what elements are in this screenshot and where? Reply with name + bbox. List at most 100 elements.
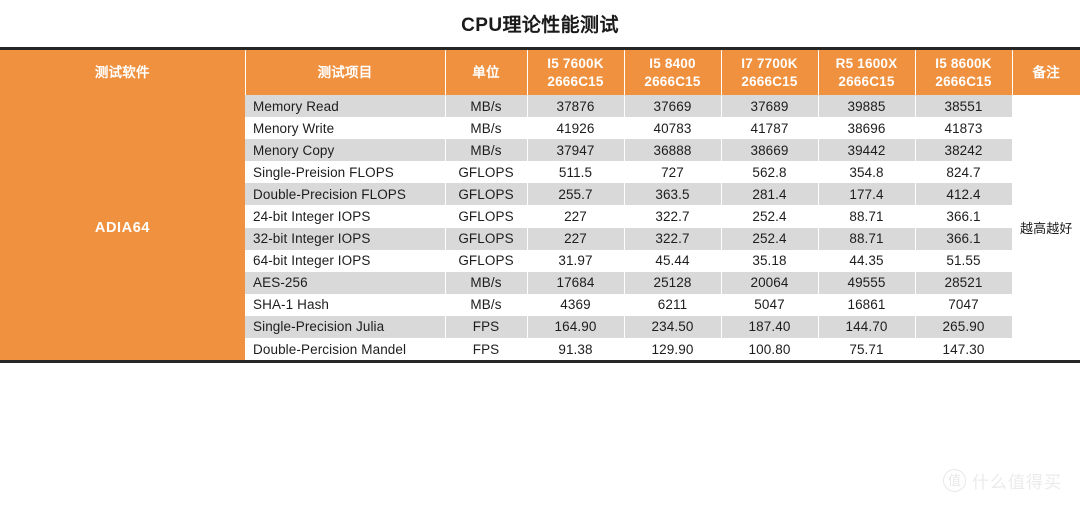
cpu-1-name: I5 8400 bbox=[649, 55, 696, 71]
score-cell-cpu-2: 20064 bbox=[721, 271, 819, 294]
header-item: 测试项目 bbox=[245, 50, 446, 95]
score-cell-cpu-0: 255.7 bbox=[527, 183, 625, 206]
score-cell-cpu-3: 177.4 bbox=[818, 183, 916, 206]
header-unit: 单位 bbox=[445, 50, 528, 95]
score-cell-cpu-2: 187.40 bbox=[721, 315, 819, 339]
score-cell-cpu-0: 164.90 bbox=[527, 315, 625, 339]
score-cell-cpu-3: 88.71 bbox=[818, 227, 916, 250]
test-unit: MB/s bbox=[445, 139, 528, 162]
header-row: 测试软件 测试项目 单位 I5 7600K 2666C15 I5 8400 26… bbox=[0, 50, 1080, 95]
score-cell-cpu-3: 44.35 bbox=[818, 249, 916, 272]
test-unit: GFLOPS bbox=[445, 205, 528, 228]
score-cell-cpu-1: 129.90 bbox=[624, 338, 722, 361]
cpu-2-name: I7 7700K bbox=[741, 55, 798, 71]
test-item-name: 24-bit Integer IOPS bbox=[245, 205, 446, 228]
score-cell-cpu-1: 727 bbox=[624, 161, 722, 184]
header-note: 备注 bbox=[1012, 50, 1080, 95]
score-cell-cpu-0: 227 bbox=[527, 205, 625, 228]
score-cell-cpu-1: 322.7 bbox=[624, 227, 722, 250]
score-cell-cpu-0: 17684 bbox=[527, 271, 625, 294]
test-unit: GFLOPS bbox=[445, 227, 528, 250]
score-cell-cpu-0: 31.97 bbox=[527, 249, 625, 272]
site-watermark: 值 什么值得买 bbox=[943, 468, 1062, 493]
test-item-name: AES-256 bbox=[245, 271, 446, 294]
table-body: ADIA64 Memory Read MB/s 37876 37669 37689 3988… bbox=[0, 95, 1080, 361]
software-name-cell: ADIA64 bbox=[0, 95, 245, 361]
performance-table-container: 测试软件 测试项目 单位 I5 7600K 2666C15 I5 8400 26… bbox=[0, 47, 1080, 364]
score-cell-cpu-1: 40783 bbox=[624, 117, 722, 140]
cpu-0-memory: 2666C15 bbox=[547, 73, 604, 89]
header-cpu-4: I5 8600K 2666C15 bbox=[915, 50, 1013, 95]
score-cell-cpu-3: 16861 bbox=[818, 293, 916, 316]
cpu-3-memory: 2666C15 bbox=[838, 73, 895, 89]
table-row: ADIA64 Memory Read MB/s 37876 37669 37689 3988… bbox=[0, 95, 1080, 361]
test-item-name: Menory Write bbox=[245, 117, 446, 140]
score-cell-cpu-2: 100.80 bbox=[721, 338, 819, 361]
score-cell-cpu-2: 252.4 bbox=[721, 205, 819, 228]
score-cell-cpu-1: 36888 bbox=[624, 139, 722, 162]
score-cell-cpu-0: 41926 bbox=[527, 117, 625, 140]
table-header: 测试软件 测试项目 单位 I5 7600K 2666C15 I5 8400 26… bbox=[0, 50, 1080, 95]
cpu-4-memory: 2666C15 bbox=[935, 73, 992, 89]
cpu-1-memory: 2666C15 bbox=[644, 73, 701, 89]
score-cell-cpu-4: 366.1 bbox=[915, 205, 1013, 228]
page-title: CPU理论性能测试 bbox=[461, 15, 619, 36]
score-cell-cpu-0: 37876 bbox=[527, 95, 625, 118]
score-cell-cpu-3: 38696 bbox=[818, 117, 916, 140]
score-cell-cpu-4: 41873 bbox=[915, 117, 1013, 140]
test-unit: GFLOPS bbox=[445, 183, 528, 206]
score-cell-cpu-2: 562.8 bbox=[721, 161, 819, 184]
test-item-name: SHA-1 Hash bbox=[245, 293, 446, 316]
score-cell-cpu-4: 265.90 bbox=[915, 315, 1013, 339]
test-item-name: 32-bit Integer IOPS bbox=[245, 227, 446, 250]
test-item-name: Single-Precision Julia bbox=[245, 315, 446, 339]
test-unit: GFLOPS bbox=[445, 249, 528, 272]
test-unit: MB/s bbox=[445, 95, 528, 118]
score-cell-cpu-2: 37689 bbox=[721, 95, 819, 118]
header-cpu-3: R5 1600X 2666C15 bbox=[818, 50, 916, 95]
score-cell-cpu-2: 41787 bbox=[721, 117, 819, 140]
header-cpu-0: I5 7600K 2666C15 bbox=[527, 50, 625, 95]
cpu-3-name: R5 1600X bbox=[835, 55, 898, 71]
score-cell-cpu-1: 25128 bbox=[624, 271, 722, 294]
score-cell-cpu-1: 37669 bbox=[624, 95, 722, 118]
score-cell-cpu-4: 7047 bbox=[915, 293, 1013, 316]
score-cell-cpu-3: 144.70 bbox=[818, 315, 916, 339]
test-item-name: Single-Preision FLOPS bbox=[245, 161, 446, 184]
header-cpu-2: I7 7700K 2666C15 bbox=[721, 50, 819, 95]
score-cell-cpu-3: 49555 bbox=[818, 271, 916, 294]
score-cell-cpu-1: 6211 bbox=[624, 293, 722, 316]
test-item-name: Double-Percision Mandel bbox=[245, 338, 446, 361]
score-cell-cpu-0: 511.5 bbox=[527, 161, 625, 184]
cpu-2-memory: 2666C15 bbox=[741, 73, 798, 89]
score-cell-cpu-2: 252.4 bbox=[721, 227, 819, 250]
score-cell-cpu-4: 28521 bbox=[915, 271, 1013, 294]
score-cell-cpu-0: 91.38 bbox=[527, 338, 625, 361]
cpu-0-name: I5 7600K bbox=[547, 55, 604, 71]
test-unit: MB/s bbox=[445, 271, 528, 294]
test-unit: FPS bbox=[445, 315, 528, 339]
score-cell-cpu-1: 45.44 bbox=[624, 249, 722, 272]
score-cell-cpu-1: 322.7 bbox=[624, 205, 722, 228]
score-cell-cpu-4: 38551 bbox=[915, 95, 1013, 118]
cpu-4-name: I5 8600K bbox=[935, 55, 992, 71]
score-cell-cpu-3: 39885 bbox=[818, 95, 916, 118]
score-cell-cpu-4: 147.30 bbox=[915, 338, 1013, 361]
test-item-name: Menory Copy bbox=[245, 139, 446, 162]
score-cell-cpu-1: 234.50 bbox=[624, 315, 722, 339]
score-cell-cpu-0: 4369 bbox=[527, 293, 625, 316]
score-cell-cpu-2: 38669 bbox=[721, 139, 819, 162]
page-title-bar: CPU理论性能测试 bbox=[0, 0, 1080, 47]
score-cell-cpu-2: 35.18 bbox=[721, 249, 819, 272]
score-cell-cpu-4: 366.1 bbox=[915, 227, 1013, 250]
watermark-badge-icon: 值 bbox=[943, 469, 966, 492]
score-cell-cpu-3: 75.71 bbox=[818, 338, 916, 361]
score-cell-cpu-0: 37947 bbox=[527, 139, 625, 162]
test-item-name: Double-Precision FLOPS bbox=[245, 183, 446, 206]
score-cell-cpu-2: 281.4 bbox=[721, 183, 819, 206]
header-cpu-1: I5 8400 2666C15 bbox=[624, 50, 722, 95]
cpu-performance-table: 测试软件 测试项目 单位 I5 7600K 2666C15 I5 8400 26… bbox=[0, 50, 1080, 361]
score-cell-cpu-3: 354.8 bbox=[818, 161, 916, 184]
score-cell-cpu-4: 412.4 bbox=[915, 183, 1013, 206]
score-cell-cpu-2: 5047 bbox=[721, 293, 819, 316]
